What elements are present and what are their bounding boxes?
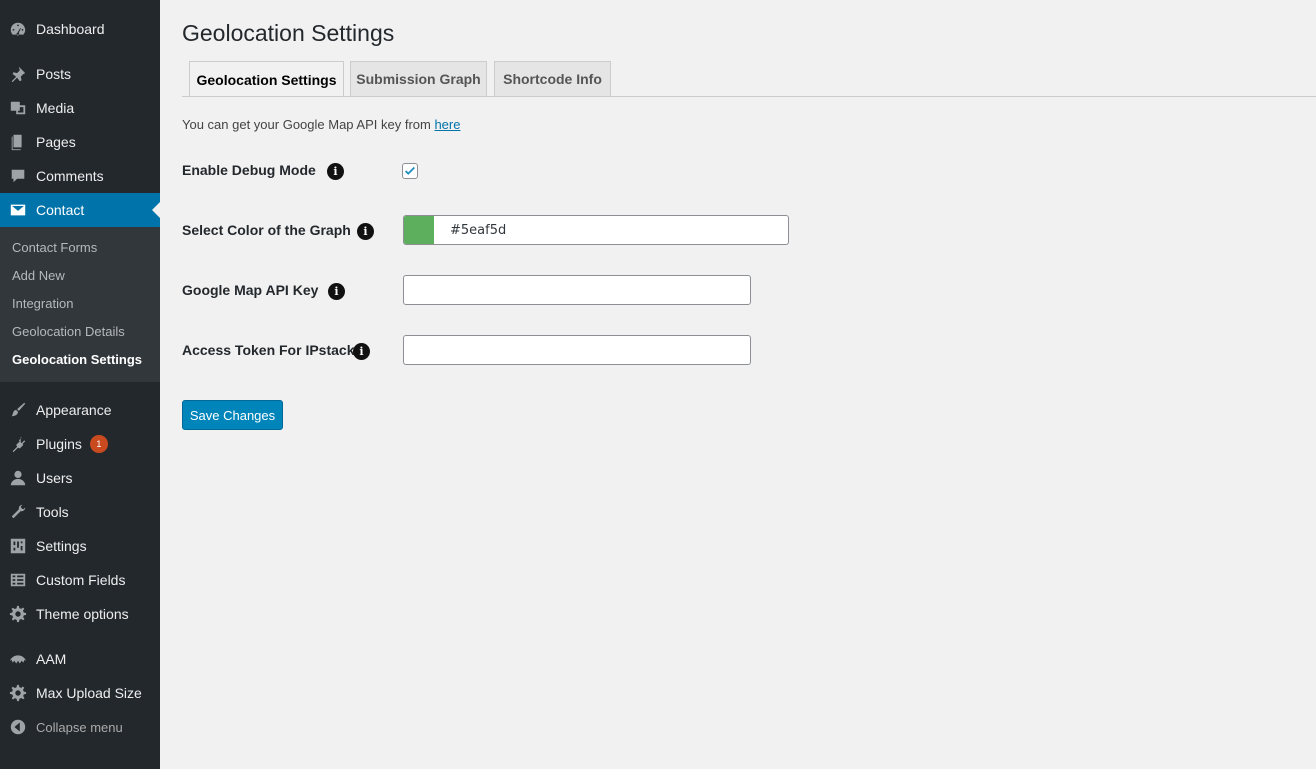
api-key-row: Google Map API Key bbox=[182, 282, 318, 298]
info-icon[interactable]: i bbox=[327, 163, 344, 180]
menu-dashboard[interactable]: Dashboard bbox=[0, 12, 160, 46]
plugins-update-badge: 1 bbox=[89, 435, 108, 453]
gear-icon bbox=[8, 683, 28, 703]
info-icon[interactable]: i bbox=[357, 223, 374, 240]
menu-comments[interactable]: Comments bbox=[0, 159, 160, 193]
tab-shortcode-info[interactable]: Shortcode Info bbox=[494, 61, 611, 96]
menu-posts-label: Posts bbox=[36, 66, 72, 82]
user-icon bbox=[8, 468, 28, 488]
menu-pages-label: Pages bbox=[36, 134, 76, 150]
checkmark-icon bbox=[405, 166, 415, 175]
graph-color-label: Select Color of the Graph bbox=[182, 222, 351, 238]
google-map-api-key-input[interactable] bbox=[403, 275, 751, 305]
submenu-geolocation-settings[interactable]: Geolocation Settings bbox=[12, 350, 142, 370]
menu-appearance[interactable]: Appearance bbox=[0, 393, 160, 427]
menu-settings[interactable]: Settings bbox=[0, 529, 160, 563]
menu-appearance-label: Appearance bbox=[36, 402, 112, 418]
api-key-label: Google Map API Key bbox=[182, 282, 319, 298]
ipstack-token-row: Access Token For IPstack bbox=[182, 342, 354, 358]
plug-icon bbox=[8, 434, 28, 454]
menu-theme-options[interactable]: Theme options bbox=[0, 597, 160, 631]
menu-comments-label: Comments bbox=[36, 168, 104, 184]
comment-icon bbox=[8, 166, 28, 186]
menu-plugins[interactable]: Plugins 1 bbox=[0, 427, 160, 461]
graph-color-value: #5eaf5d bbox=[450, 222, 507, 238]
graph-color-row: Select Color of the Graph bbox=[182, 222, 351, 238]
table-icon bbox=[8, 570, 28, 590]
ipstack-token-input[interactable] bbox=[403, 335, 751, 365]
submenu-integration[interactable]: Integration bbox=[12, 294, 73, 314]
admin-sidebar: Dashboard Posts Media Pages Comments Con… bbox=[0, 0, 160, 769]
aam-icon bbox=[8, 649, 28, 669]
api-key-link[interactable]: here bbox=[434, 117, 460, 132]
dashboard-icon bbox=[8, 19, 28, 39]
menu-contact-label: Contact bbox=[36, 202, 85, 218]
settings-sliders-icon bbox=[8, 536, 28, 556]
gear-icon bbox=[8, 604, 28, 624]
menu-media-label: Media bbox=[36, 100, 75, 116]
menu-aam-label: AAM bbox=[36, 651, 67, 667]
graph-color-picker[interactable]: #5eaf5d bbox=[403, 215, 789, 245]
menu-aam[interactable]: AAM bbox=[0, 642, 160, 676]
media-icon bbox=[8, 98, 28, 118]
color-swatch[interactable] bbox=[404, 216, 434, 244]
info-icon[interactable]: i bbox=[353, 343, 370, 360]
menu-posts[interactable]: Posts bbox=[0, 57, 160, 91]
menu-max-upload-size-label: Max Upload Size bbox=[36, 685, 142, 701]
api-key-hint: You can get your Google Map API key from… bbox=[182, 117, 460, 132]
menu-custom-fields[interactable]: Custom Fields bbox=[0, 563, 160, 597]
collapse-arrow-icon bbox=[8, 717, 28, 737]
submenu-geolocation-details[interactable]: Geolocation Details bbox=[12, 322, 125, 342]
submenu-add-new[interactable]: Add New bbox=[12, 266, 65, 286]
ipstack-token-label: Access Token For IPstack bbox=[182, 342, 355, 358]
tab-geolocation-settings[interactable]: Geolocation Settings bbox=[189, 61, 344, 97]
menu-tools[interactable]: Tools bbox=[0, 495, 160, 529]
menu-tools-label: Tools bbox=[36, 504, 69, 520]
wrench-icon bbox=[8, 502, 28, 522]
menu-theme-options-label: Theme options bbox=[36, 606, 129, 622]
menu-plugins-label: Plugins bbox=[36, 436, 82, 452]
info-icon[interactable]: i bbox=[328, 283, 345, 300]
menu-contact[interactable]: Contact bbox=[0, 193, 160, 227]
pages-icon bbox=[8, 132, 28, 152]
api-key-hint-text: You can get your Google Map API key from bbox=[182, 117, 435, 132]
tabs-divider bbox=[182, 96, 1316, 97]
page-title: Geolocation Settings bbox=[182, 20, 395, 46]
menu-users[interactable]: Users bbox=[0, 461, 160, 495]
menu-custom-fields-label: Custom Fields bbox=[36, 572, 126, 588]
collapse-menu-button[interactable]: Collapse menu bbox=[0, 710, 160, 744]
menu-max-upload-size[interactable]: Max Upload Size bbox=[0, 676, 160, 710]
debug-mode-row: Enable Debug Mode bbox=[182, 162, 316, 178]
envelope-icon bbox=[8, 200, 28, 220]
menu-pages[interactable]: Pages bbox=[0, 125, 160, 159]
menu-media[interactable]: Media bbox=[0, 91, 160, 125]
save-changes-button[interactable]: Save Changes bbox=[182, 400, 283, 430]
debug-mode-label: Enable Debug Mode bbox=[182, 162, 316, 178]
collapse-menu-label: Collapse menu bbox=[36, 719, 123, 735]
debug-mode-checkbox[interactable] bbox=[402, 163, 418, 179]
tab-submission-graph[interactable]: Submission Graph bbox=[350, 61, 487, 96]
menu-settings-label: Settings bbox=[36, 538, 87, 554]
contact-submenu: Contact Forms Add New Integration Geoloc… bbox=[0, 227, 160, 382]
menu-users-label: Users bbox=[36, 470, 73, 486]
pushpin-icon bbox=[8, 64, 28, 84]
menu-dashboard-label: Dashboard bbox=[36, 21, 105, 37]
paintbrush-icon bbox=[8, 400, 28, 420]
submenu-contact-forms[interactable]: Contact Forms bbox=[12, 238, 97, 258]
